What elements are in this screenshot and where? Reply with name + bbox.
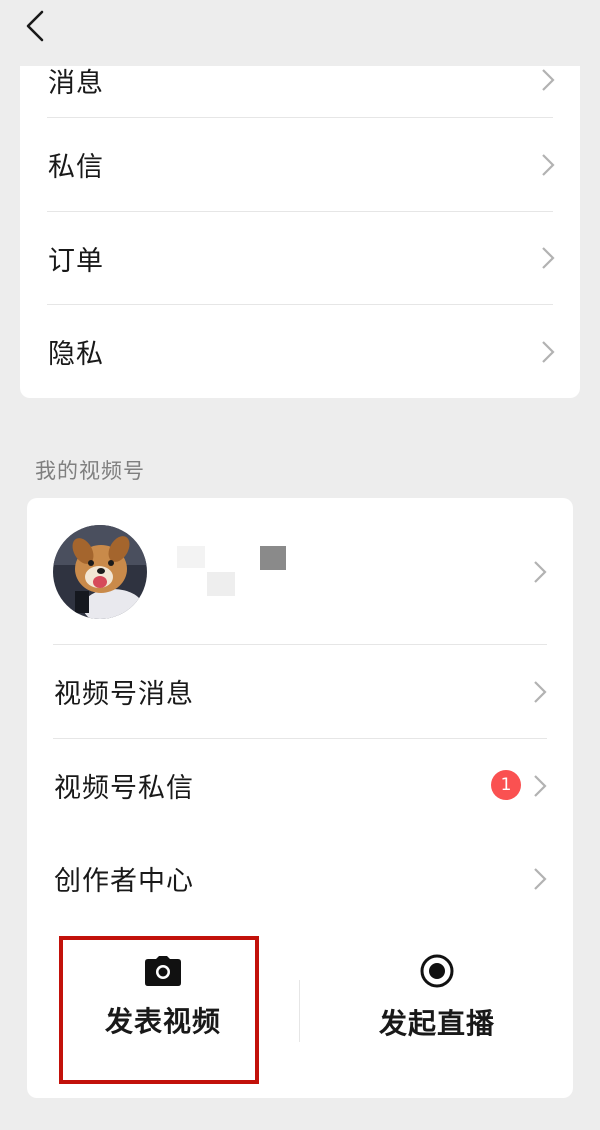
settings-item-label: 隐私 <box>48 339 104 370</box>
channel-item-label: 视频号私信 <box>54 773 194 804</box>
chevron-right-icon <box>534 775 547 797</box>
chevron-right-icon <box>542 154 555 176</box>
highlight-box <box>59 936 259 1084</box>
unread-badge: 1 <box>491 770 521 800</box>
back-button[interactable] <box>20 8 50 44</box>
redacted-mark <box>177 546 205 568</box>
start-live-label: 发起直播 <box>378 1007 495 1040</box>
channel-item-label: 视频号消息 <box>54 679 194 710</box>
settings-item-direct-messages[interactable]: 私信 <box>20 118 580 211</box>
settings-item-label: 消息 <box>48 67 104 99</box>
settings-item-privacy[interactable]: 隐私 <box>20 305 580 398</box>
channel-item-messages[interactable]: 视频号消息 <box>27 645 573 738</box>
channel-item-label: 创作者中心 <box>54 866 194 897</box>
chevron-right-icon <box>542 341 555 363</box>
chevron-right-icon <box>534 868 547 890</box>
chevron-right-icon <box>542 69 555 91</box>
section-title: 我的视频号 <box>35 459 145 483</box>
chevron-right-icon <box>542 247 555 269</box>
chevron-right-icon <box>534 681 547 703</box>
start-live-button[interactable]: 发起直播 <box>337 928 537 1068</box>
settings-card: 消息 私信 订单 隐私 <box>20 66 580 398</box>
live-record-icon <box>420 954 454 988</box>
avatar <box>53 525 147 619</box>
settings-item-orders[interactable]: 订单 <box>20 212 580 304</box>
settings-item-label: 私信 <box>48 152 104 183</box>
chevron-right-icon <box>534 561 547 583</box>
channel-item-creator-center[interactable]: 创作者中心 <box>27 832 573 925</box>
redacted-mark <box>207 572 235 596</box>
divider <box>299 980 300 1042</box>
channel-item-direct-messages[interactable]: 视频号私信 1 <box>27 739 573 832</box>
settings-item-label: 订单 <box>48 245 104 277</box>
chevron-left-icon <box>26 10 44 42</box>
settings-item-messages[interactable]: 消息 <box>20 66 580 116</box>
dog-avatar-image <box>53 525 147 619</box>
channel-profile-row[interactable] <box>27 498 573 644</box>
redacted-mark <box>260 546 286 570</box>
